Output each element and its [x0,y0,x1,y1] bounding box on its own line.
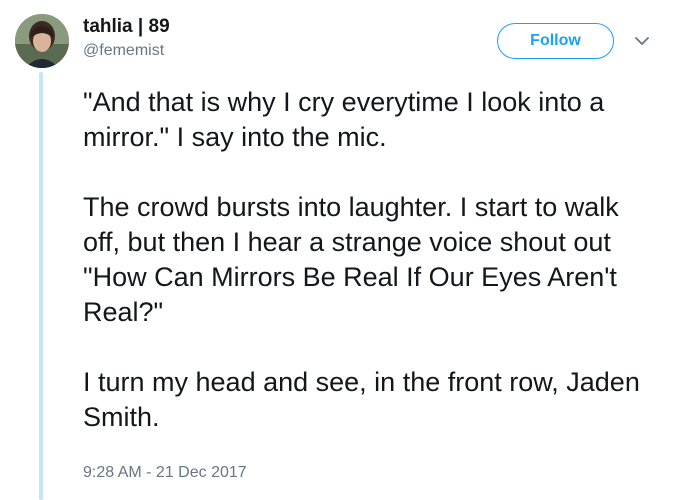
tweet-paragraph: The crowd bursts into laughter. I start … [83,192,619,327]
tweet-paragraph: "And that is why I cry everytime I look … [83,87,605,152]
tweet-header: tahlia | 89 @fememist [83,14,170,62]
author-handle[interactable]: @fememist [83,40,170,62]
follow-button[interactable]: Follow [497,23,614,59]
tweet-menu-button[interactable] [634,34,650,46]
tweet-timestamp[interactable]: 9:28 AM - 21 Dec 2017 [83,462,247,484]
thread-connector-line [39,72,43,500]
chevron-down-icon [635,37,649,45]
avatar[interactable] [15,14,69,68]
tweet-text: "And that is why I cry everytime I look … [83,85,663,435]
tweet-paragraph: I turn my head and see, in the front row… [83,367,640,432]
author-display-name[interactable]: tahlia | 89 [83,14,170,40]
profile-photo [15,14,69,68]
